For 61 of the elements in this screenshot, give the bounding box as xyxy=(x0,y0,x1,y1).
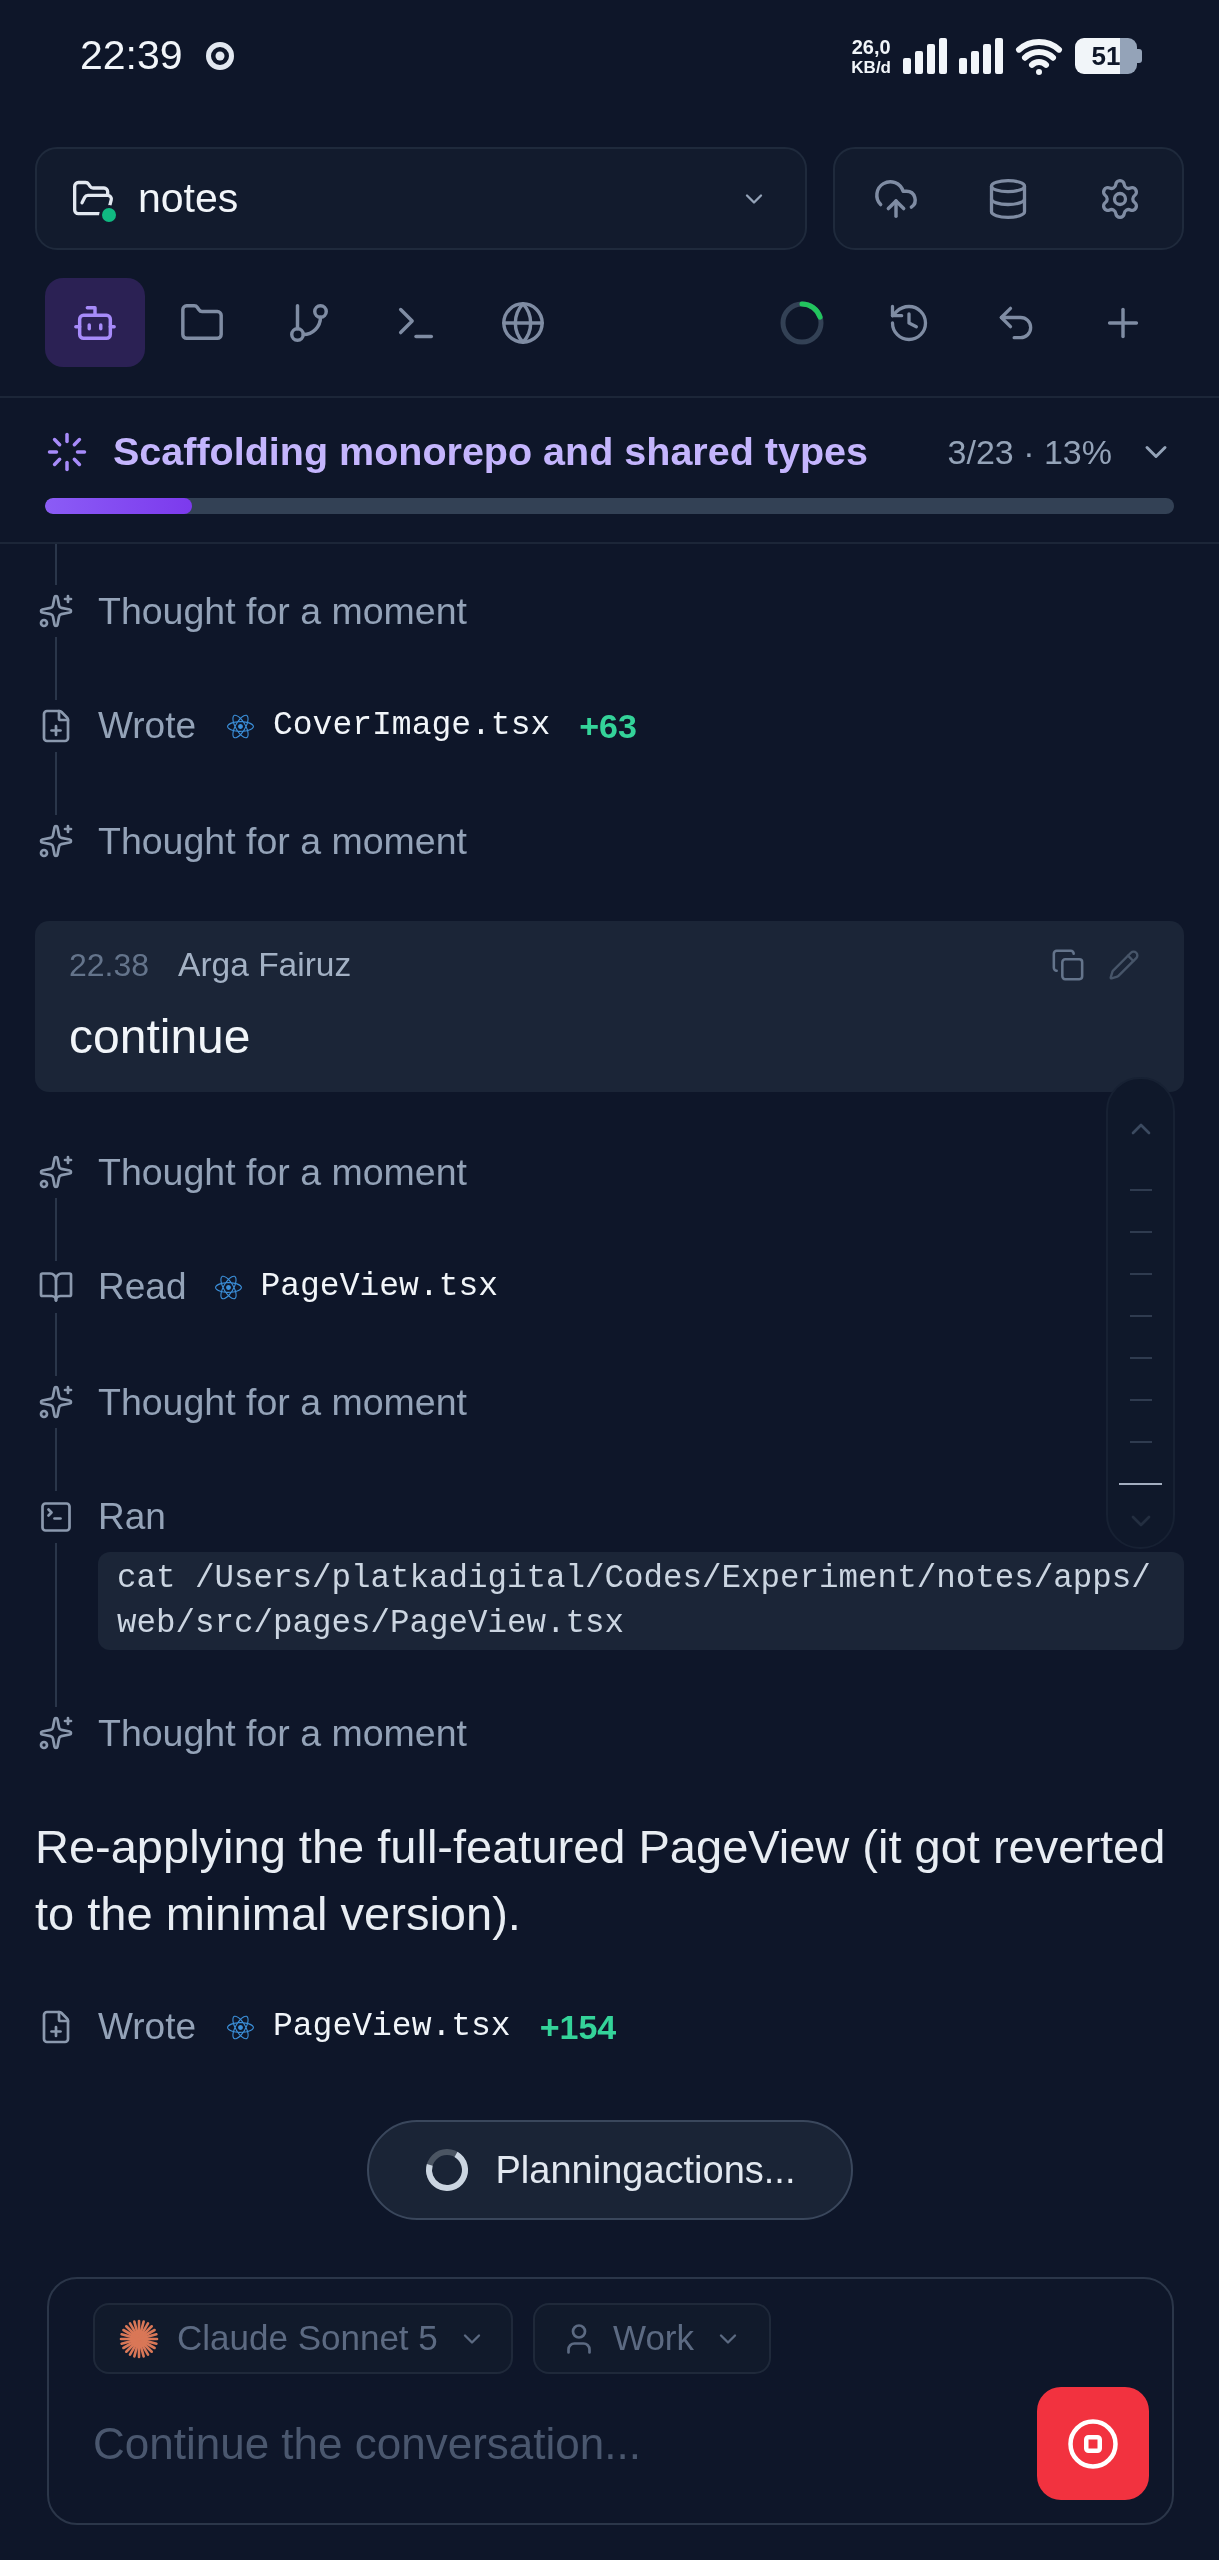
project-dropdown[interactable]: notes xyxy=(35,147,807,250)
message-text: continue xyxy=(69,1009,251,1065)
nav-marker[interactable] xyxy=(1129,1441,1152,1443)
added-lines: +63 xyxy=(579,705,637,747)
nav-marker[interactable] xyxy=(1129,1273,1152,1275)
copy-button[interactable] xyxy=(1051,948,1085,982)
file-name[interactable]: PageView.tsx xyxy=(273,2002,511,2052)
sparkles-icon xyxy=(38,823,74,859)
sparkles-icon xyxy=(38,593,74,629)
task-title: Scaffolding monorepo and shared types xyxy=(113,428,868,476)
file-name[interactable]: CoverImage.tsx xyxy=(273,701,551,751)
step-verb: Ran xyxy=(98,1495,166,1540)
copy-icon xyxy=(1051,948,1085,982)
step-label[interactable]: Thought for a moment xyxy=(98,1373,467,1431)
stop-button[interactable] xyxy=(1037,2387,1149,2500)
message-author: Arga Fairuz xyxy=(178,944,352,985)
loader-icon xyxy=(46,431,88,473)
message-time: 22.38 xyxy=(69,946,150,985)
network-unit: KB/d xyxy=(851,58,891,76)
battery-indicator: 51 xyxy=(1075,38,1142,74)
step-verb: Read xyxy=(98,1265,187,1310)
nav-marker[interactable] xyxy=(1129,1357,1152,1359)
edit-button[interactable] xyxy=(1108,949,1140,981)
step-label[interactable]: Thought for a moment xyxy=(98,1704,467,1762)
stop-icon xyxy=(1066,2416,1120,2471)
atom-icon xyxy=(227,712,254,740)
task-progress-text: 3/23 · 13% xyxy=(947,431,1112,473)
ring-icon xyxy=(204,41,235,71)
signal-icon xyxy=(903,38,947,74)
atom-icon xyxy=(227,2013,254,2041)
book-icon xyxy=(38,1269,74,1305)
signal-icon xyxy=(959,38,1003,74)
step-verb: Wrote xyxy=(98,2005,196,2050)
command-code: cat /Users/platkadigital/Codes/Experiment/notes/apps/web/src/pages/PageView.tsx xyxy=(98,1552,1184,1650)
file-name[interactable]: PageView.tsx xyxy=(260,1262,499,1312)
spinner-icon xyxy=(779,299,825,346)
nav-marker[interactable] xyxy=(1129,1399,1152,1401)
pencil-icon xyxy=(1108,949,1140,981)
nav-marker[interactable] xyxy=(1129,1231,1152,1233)
nav-marker[interactable] xyxy=(1129,1315,1152,1317)
tab[interactable] xyxy=(45,278,145,367)
spinner-icon xyxy=(423,2147,470,2193)
atom-icon xyxy=(215,1273,243,1301)
starburst-icon xyxy=(119,2318,159,2359)
step-verb: Wrote xyxy=(98,704,196,749)
sparkles-icon xyxy=(38,1384,74,1420)
terminal-icon xyxy=(38,1499,74,1535)
nav-marker[interactable] xyxy=(1119,1483,1162,1485)
network-speed: 26,0 xyxy=(851,36,891,57)
status-text: Planningactions... xyxy=(495,2147,796,2193)
globe-icon xyxy=(500,299,546,346)
step-label[interactable]: Thought for a moment xyxy=(98,582,467,640)
step-label[interactable]: Thought for a moment xyxy=(98,812,467,870)
sparkles-icon xyxy=(38,1154,74,1190)
assistant-message: Re-applying the full-featured PageView (it got reverted to the minimal version). xyxy=(35,1819,1167,1942)
step-label[interactable]: Thought for a moment xyxy=(98,1143,467,1201)
sparkles-icon xyxy=(38,1715,74,1751)
nav-marker[interactable] xyxy=(1129,1189,1152,1191)
clock-time: 22:39 xyxy=(80,31,183,81)
message-input[interactable]: Continue the conversation... xyxy=(93,2411,1017,2476)
added-lines: +154 xyxy=(539,2006,617,2048)
